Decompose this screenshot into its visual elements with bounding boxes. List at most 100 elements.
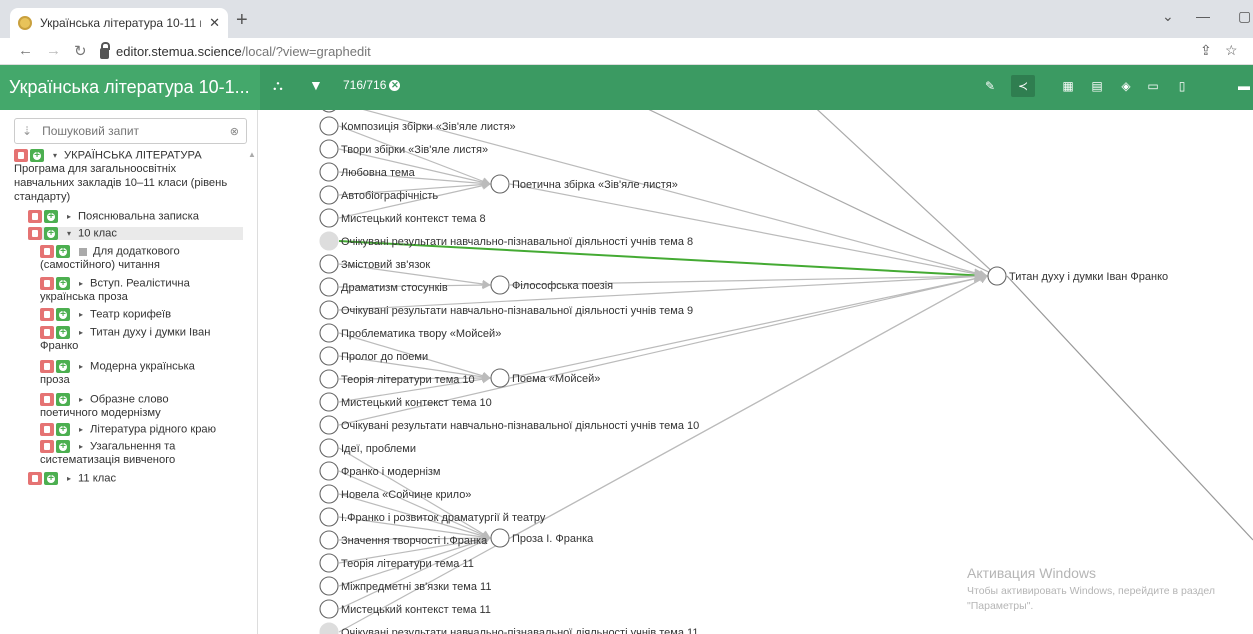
add-icon[interactable]: [56, 393, 70, 406]
tab-close-icon[interactable]: ✕: [209, 15, 220, 31]
graph-node-label[interactable]: Мистецький контекст тема 11: [341, 604, 491, 616]
add-icon[interactable]: [56, 360, 70, 373]
delete-icon[interactable]: [28, 210, 42, 223]
graph-node[interactable]: [319, 162, 339, 182]
caret-icon[interactable]: ▸: [76, 440, 86, 453]
tree-item-explanatory-note[interactable]: ▸ Пояснювальна записка: [28, 210, 199, 223]
graph-node[interactable]: [319, 415, 339, 435]
graph-node-label[interactable]: Любовна тема: [341, 167, 416, 179]
graph-node[interactable]: [320, 110, 338, 113]
caret-icon[interactable]: ▸: [64, 472, 74, 485]
graph-node-label[interactable]: Міжпредметні зв'язки тема 11: [341, 581, 491, 593]
sort-icon[interactable]: ⇣: [22, 124, 32, 138]
caret-icon[interactable]: ▸: [76, 326, 86, 339]
graph-node[interactable]: [319, 484, 339, 504]
new-tab-icon[interactable]: +: [236, 10, 248, 30]
delete-icon[interactable]: [40, 393, 54, 406]
graph-node[interactable]: [319, 346, 339, 366]
delete-icon[interactable]: [40, 245, 54, 258]
delete-icon[interactable]: [40, 423, 54, 436]
graph-node-label[interactable]: Очікувані результати навчально-пізнаваль…: [341, 236, 693, 248]
graph-node-label[interactable]: Мистецький контекст тема 8: [341, 213, 486, 225]
add-icon[interactable]: [44, 472, 58, 485]
tree-item-additional-reading[interactable]: Для додаткового: [40, 245, 180, 258]
delete-icon[interactable]: [40, 277, 54, 290]
graph-hub-label[interactable]: Титан духу і думки Іван Франко: [1009, 271, 1168, 283]
graph-node[interactable]: [319, 530, 339, 550]
graph-node[interactable]: [319, 438, 339, 458]
add-icon[interactable]: [56, 326, 70, 339]
scroll-up-icon[interactable]: ▲: [248, 150, 256, 159]
tree-item-poetic-modernism[interactable]: ▸ Образне слово: [40, 393, 169, 406]
graph-node[interactable]: [319, 622, 339, 634]
graph-node-label[interactable]: Драматизм стосунків: [341, 282, 448, 294]
tree-item-native-land[interactable]: ▸ Література рідного краю: [40, 423, 216, 436]
add-icon[interactable]: [44, 210, 58, 223]
share-icon[interactable]: ⇪: [1200, 42, 1212, 59]
graph-node[interactable]: [319, 553, 339, 573]
graph-node-label[interactable]: Ідеї, проблеми: [341, 443, 416, 455]
minimize-icon[interactable]: —: [1196, 8, 1210, 24]
graph-hub-label[interactable]: Проза І. Франка: [512, 533, 594, 545]
tab-search-chevron-icon[interactable]: ⌄: [1162, 8, 1174, 25]
tree-item-franko[interactable]: ▸ Титан духу і думки Іван: [40, 326, 210, 339]
graph-node[interactable]: [319, 231, 339, 251]
caret-icon[interactable]: ▸: [76, 360, 86, 373]
graph-node-label[interactable]: Композиція збірки «Зів'яле листя»: [341, 121, 516, 133]
graph-hub-node[interactable]: [490, 368, 510, 388]
tree-item-root[interactable]: ▾ УКРАЇНСЬКА ЛІТЕРАТУРА: [14, 149, 202, 162]
delete-icon[interactable]: [40, 326, 54, 339]
graph-canvas[interactable]: Очікувані результати навчально-пізнаваль…: [259, 110, 1253, 634]
search-box[interactable]: ⇣ ⊗: [14, 118, 247, 144]
bookmark-star-icon[interactable]: ☆: [1225, 42, 1238, 59]
tree-item-grade-10[interactable]: ▾ 10 клас: [28, 227, 243, 241]
delete-icon[interactable]: [28, 227, 42, 240]
graph-edge[interactable]: [807, 110, 998, 277]
caret-icon[interactable]: ▸: [64, 210, 74, 223]
delete-icon[interactable]: [28, 472, 42, 485]
caret-icon[interactable]: ▾: [50, 149, 60, 162]
graph-node-label[interactable]: Проблематика твору «Мойсей»: [341, 328, 501, 340]
browser-tab[interactable]: Українська література 10-11 кла ✕: [10, 8, 228, 38]
caret-icon[interactable]: ▸: [76, 423, 86, 436]
forward-arrow-icon[interactable]: →: [46, 42, 61, 59]
graph-node-label[interactable]: Франко і модернізм: [341, 466, 441, 478]
add-icon[interactable]: [56, 245, 70, 258]
caret-icon[interactable]: ▾: [64, 227, 74, 240]
graph-node[interactable]: [319, 369, 339, 389]
graph-hub-node[interactable]: [987, 266, 1007, 286]
url-field[interactable]: editor.stemua.science/local/?view=graphe…: [100, 40, 1210, 62]
graph-node[interactable]: [319, 576, 339, 596]
node-counter[interactable]: 716/716 ✕: [343, 78, 401, 92]
graph-node-label[interactable]: І.Франко і розвиток драматургії й театру: [341, 512, 546, 524]
folder-open-icon[interactable]: ▭: [1141, 75, 1165, 97]
graph-node[interactable]: [319, 254, 339, 274]
caret-icon[interactable]: ▸: [76, 393, 86, 406]
search-input[interactable]: [42, 124, 220, 138]
filter-icon[interactable]: ▼: [309, 77, 323, 93]
graph-node[interactable]: [319, 323, 339, 343]
add-icon[interactable]: [56, 277, 70, 290]
add-icon[interactable]: [56, 423, 70, 436]
graph-node-label[interactable]: Новела «Сойчине крило»: [341, 489, 471, 501]
clear-search-icon[interactable]: ⊗: [230, 125, 239, 138]
graph-node-label[interactable]: Значення творчості І.Франка: [341, 535, 488, 547]
graph-node-label[interactable]: Теорія літератури тема 11: [341, 558, 474, 570]
graph-node-label[interactable]: Очікувані результати навчально-пізнаваль…: [341, 420, 699, 432]
menu-icon[interactable]: ▬: [1232, 75, 1253, 97]
graph-node-label[interactable]: Пролог до поеми: [341, 351, 428, 363]
graph-edge[interactable]: [338, 537, 491, 610]
graph-node-label[interactable]: Змістовий зв'язок: [341, 259, 430, 271]
add-icon[interactable]: [56, 440, 70, 453]
graph-node-label[interactable]: Автобіографічність: [341, 190, 438, 202]
graph-share-icon[interactable]: ≺: [1011, 75, 1035, 97]
graph-node-label[interactable]: Очікувані результати навчально-пізнаваль…: [341, 627, 698, 634]
add-icon[interactable]: [56, 308, 70, 321]
document-icon[interactable]: ▯: [1170, 75, 1194, 97]
tree-item-grade-11[interactable]: ▸ 11 клас: [28, 472, 116, 485]
graph-node-label[interactable]: Мистецький контекст тема 10: [341, 397, 492, 409]
caret-icon[interactable]: ▸: [76, 277, 86, 290]
delete-icon[interactable]: [40, 308, 54, 321]
graph-hub-label[interactable]: Філософська поезія: [512, 280, 613, 292]
graph-svg[interactable]: Очікувані результати навчально-пізнаваль…: [259, 110, 1253, 634]
